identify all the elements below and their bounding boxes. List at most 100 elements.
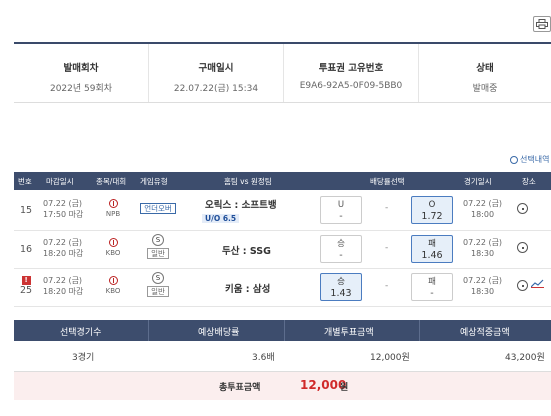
odds-under-button[interactable]: U -: [320, 196, 362, 224]
close-time: 17:50 마감: [43, 210, 84, 219]
col-header-no: 번호: [18, 177, 32, 186]
info-header: 구매일시: [198, 63, 234, 74]
odds-value: 1.72: [421, 211, 443, 222]
summary-bet-amount: 12,000원: [370, 353, 410, 363]
trend-chart-icon[interactable]: [531, 279, 544, 288]
summary-header-payout: 예상적중금액: [460, 328, 510, 338]
warning-icon: !: [21, 276, 31, 285]
info-value: 22.07.22(금) 15:34: [173, 84, 259, 94]
odds-draw: -: [385, 281, 389, 291]
select-history-toggle[interactable]: 선택내역: [510, 154, 549, 165]
odds-draw: -: [385, 243, 389, 253]
venue-icon[interactable]: [517, 203, 528, 214]
game-datetime: 07.22 (금) 18:00: [463, 198, 502, 220]
summary-expected-payout: 43,200원: [505, 353, 545, 363]
radio-icon: [510, 155, 518, 164]
info-header: 상태: [476, 63, 494, 74]
info-value: E9A6-92A5-0F09-5BB0: [299, 81, 403, 91]
game-row: 16 07.22 (금) 18:20 마감 KBO S 일반 두산 : SSG …: [14, 231, 551, 269]
close-datetime: 07.22 (금) 18:20 마감: [43, 275, 83, 297]
game-type-tag: 언더오버: [140, 203, 176, 214]
game-date: 07.22 (금): [463, 238, 503, 247]
total-bet-bar: 총투표금액 12,000 원: [14, 372, 551, 400]
odds-draw: -: [385, 203, 389, 213]
col-header-venue: 장소: [522, 177, 536, 186]
info-header: 발매회차: [63, 63, 99, 74]
col-header-league: 종목/대회: [96, 177, 127, 186]
game-type: S 일반: [138, 272, 178, 297]
s-type-icon: S: [152, 272, 164, 284]
close-time: 18:20 마감: [43, 287, 84, 296]
league-name: KBO: [105, 249, 121, 257]
odds-label: O: [428, 200, 436, 210]
info-value: 발매중: [472, 84, 498, 94]
odds-label: 패: [428, 239, 436, 249]
venue-icon[interactable]: [517, 280, 528, 291]
info-value: 2022년 59회차: [49, 84, 113, 94]
games-table-header: 번호 마감일시 종목/대회 게임유형 홈팀 vs 원정팀 배당률선택 경기일시 …: [14, 172, 551, 190]
league: KBO: [98, 276, 128, 295]
print-button[interactable]: [533, 16, 551, 32]
summary-table: 선택경기수 예상배당률 개별투표금액 예상적중금액 3경기 3.6배 12,00…: [14, 320, 551, 372]
odds-win-button[interactable]: 승 1.43: [320, 273, 362, 301]
col-header-match: 홈팀 vs 원정팀: [224, 177, 272, 186]
summary-header-bet: 개별투표금액: [324, 328, 374, 338]
odds-over-button[interactable]: O 1.72: [411, 196, 453, 224]
game-type: S 일반: [138, 234, 178, 259]
info-header: 투표권 고유번호: [318, 63, 384, 74]
match-cell: 오릭스 : 소프트뱅 U/O 6.5: [202, 197, 312, 224]
info-col-purchase-date: 구매일시 22.07.22(금) 15:34: [148, 44, 283, 102]
close-datetime: 07.22 (금) 17:50 마감: [43, 198, 83, 220]
baseball-icon: [108, 276, 118, 285]
game-datetime: 07.22 (금) 18:30: [463, 275, 502, 297]
close-time: 18:20 마감: [43, 249, 84, 258]
s-type-icon: S: [152, 234, 164, 246]
printer-icon: [536, 19, 548, 29]
select-history-label: 선택내역: [520, 155, 550, 164]
game-datetime: 07.22 (금) 18:30: [463, 237, 502, 259]
game-time: 18:30: [471, 287, 495, 296]
baseball-icon: [108, 238, 118, 247]
summary-values: 3경기 3.6배 12,000원 43,200원: [14, 341, 551, 372]
game-date: 07.22 (금): [463, 199, 503, 208]
game-type: 언더오버: [138, 203, 178, 214]
match-name: 오릭스 : 소프트뱅: [205, 200, 277, 211]
game-time: 18:30: [471, 249, 495, 258]
match-name: 두산 : SSG: [222, 246, 271, 257]
col-header-game-date: 경기일시: [464, 177, 492, 186]
odds-value: 1.43: [330, 288, 352, 299]
close-date: 07.22 (금): [43, 238, 83, 247]
game-type-tag: 일반: [147, 286, 169, 297]
summary-header-count: 선택경기수: [60, 328, 102, 338]
odds-label: 승: [337, 277, 345, 287]
league: NPB: [98, 199, 128, 218]
league-name: NPB: [105, 210, 121, 218]
uo-line: U/O 6.5: [202, 214, 240, 223]
summary-expected-odds: 3.6배: [252, 353, 275, 363]
odds-value: -: [339, 250, 343, 261]
game-no: 25: [20, 285, 33, 296]
venue-icon[interactable]: [517, 242, 528, 253]
odds-label: 패: [428, 277, 436, 287]
odds-lose-button[interactable]: 패 -: [411, 273, 453, 301]
game-no-cell: ! 25: [20, 275, 32, 296]
game-row: 15 07.22 (금) 17:50 마감 NPB 언더오버 오릭스 : 소프트…: [14, 190, 551, 231]
col-header-odds: 배당률선택: [370, 177, 405, 186]
summary-header-odds: 예상배당률: [198, 328, 240, 338]
info-col-round: 발매회차 2022년 59회차: [14, 44, 148, 102]
game-date: 07.22 (금): [463, 276, 503, 285]
league-name: KBO: [105, 287, 121, 295]
total-unit: 원: [340, 383, 349, 393]
game-row: ! 25 07.22 (금) 18:20 마감 KBO S 일반 키움 : 삼성…: [14, 269, 551, 307]
game-no: 16: [20, 244, 33, 255]
game-no: 15: [20, 205, 33, 216]
odds-lose-button[interactable]: 패 1.46: [411, 235, 453, 263]
odds-win-button[interactable]: 승 -: [320, 235, 362, 263]
info-col-ticket-id: 투표권 고유번호 E9A6-92A5-0F09-5BB0: [283, 44, 418, 102]
ticket-info-table: 발매회차 2022년 59회차 구매일시 22.07.22(금) 15:34 투…: [14, 42, 551, 103]
match-name: 키움 : 삼성: [225, 284, 271, 295]
summary-header: 선택경기수 예상배당률 개별투표금액 예상적중금액: [14, 320, 551, 341]
baseball-icon: [108, 199, 118, 208]
game-time: 18:00: [471, 210, 495, 219]
odds-label: U: [337, 200, 345, 210]
